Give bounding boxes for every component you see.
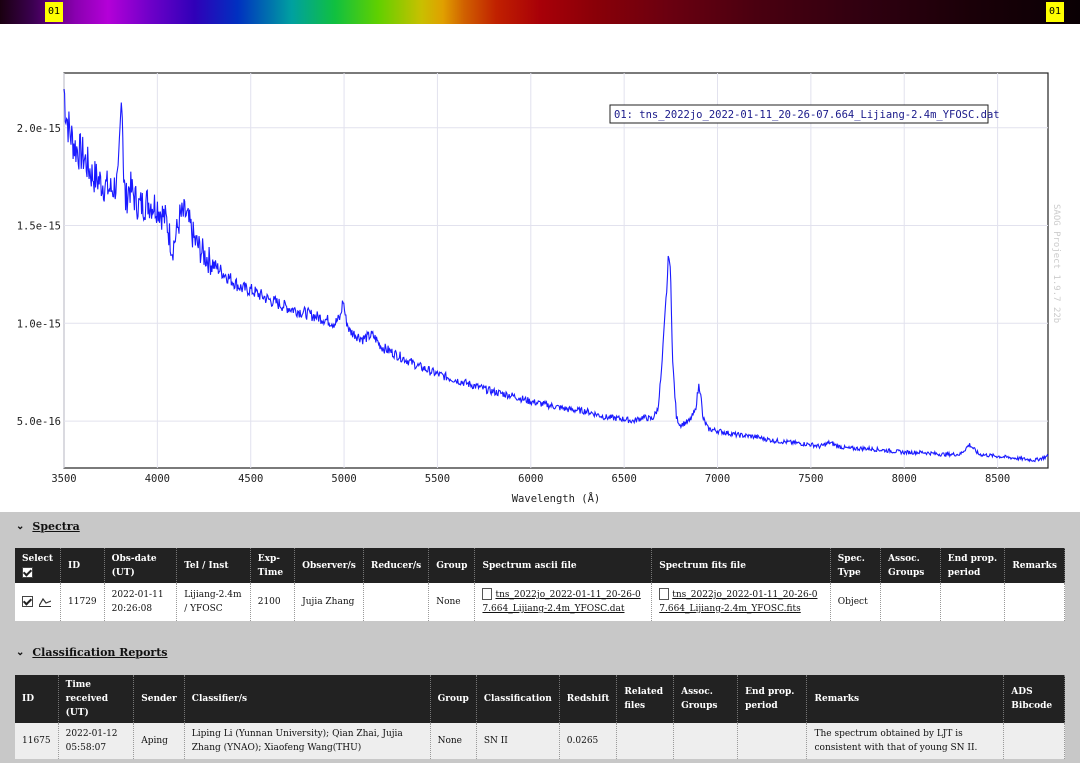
col-end-prop: End prop. period: [737, 675, 808, 723]
col-observers: Observer/s: [294, 548, 364, 583]
col-reducers: Reducer/s: [363, 548, 430, 583]
cell-id: 11729: [60, 583, 105, 621]
cell-group: None: [430, 723, 477, 759]
col-related-files: Related files: [616, 675, 675, 723]
x-tick-label: 7500: [798, 473, 823, 485]
col-sender: Sender: [133, 675, 185, 723]
cell-end-prop: [940, 583, 1006, 621]
chevron-down-icon: ⌄: [16, 521, 25, 532]
col-assoc-groups: Assoc. Groups: [880, 548, 941, 583]
cell-group: None: [428, 583, 476, 621]
col-time-received: Time received (UT): [58, 675, 135, 723]
cell-ads-bibcode: [1003, 723, 1065, 759]
file-icon: [659, 588, 670, 600]
x-tick-label: 4500: [238, 473, 263, 485]
col-fits-file: Spectrum fits file: [651, 548, 831, 583]
table-row: 11675 2022-01-12 05:58:07 Aping Liping L…: [15, 723, 1065, 759]
details-panel: ⌄ Spectra Select ID Obs-date (UT) Tel / …: [0, 512, 1080, 763]
col-assoc-groups: Assoc. Groups: [673, 675, 739, 723]
x-tick-label: 7000: [705, 473, 730, 485]
spectra-header-row: Select ID Obs-date (UT) Tel / Inst Exp-T…: [15, 548, 1065, 583]
cell-obs-date: 2022-01-11 20:26:08: [104, 583, 178, 621]
cell-tel-inst: Lijiang-2.4m / YFOSC: [176, 583, 251, 621]
col-select-label: Select: [22, 553, 54, 564]
cell-assoc-groups: [880, 583, 941, 621]
classification-table: ID Time received (UT) Sender Classifier/…: [15, 675, 1065, 759]
col-classification: Classification: [476, 675, 560, 723]
cell-assoc-groups: [673, 723, 739, 759]
cell-end-prop: [737, 723, 808, 759]
strip-left-tag: 01: [45, 2, 63, 22]
cell-classification: SN II: [476, 723, 560, 759]
col-ascii-file: Spectrum ascii file: [474, 548, 653, 583]
spectra-table: Select ID Obs-date (UT) Tel / Inst Exp-T…: [15, 548, 1065, 621]
ascii-file-link[interactable]: tns_2022jo_2022-01-11_20-26-07.664_Lijia…: [482, 590, 640, 614]
x-tick-label: 8000: [892, 473, 917, 485]
classification-header-row: ID Time received (UT) Sender Classifier/…: [15, 675, 1065, 723]
x-tick-label: 6500: [612, 473, 637, 485]
cell-id: 11675: [15, 723, 59, 759]
y-tick-label: 2.0e-15: [17, 123, 61, 135]
col-redshift: Redshift: [559, 675, 618, 723]
cell-classifiers: Liping Li (Yunnan University); Qian Zhai…: [184, 723, 431, 759]
x-tick-label: 8500: [985, 473, 1010, 485]
col-tel-inst: Tel / Inst: [176, 548, 251, 583]
col-remarks: Remarks: [806, 675, 1005, 723]
table-row: 11729 2022-01-11 20:26:08 Lijiang-2.4m /…: [15, 583, 1065, 621]
cell-sender: Aping: [133, 723, 185, 759]
classification-heading[interactable]: Classification Reports: [32, 646, 167, 659]
select-cell: [15, 583, 62, 621]
col-obs-date: Obs-date (UT): [104, 548, 178, 583]
cell-related-files: [616, 723, 675, 759]
x-tick-label: 5500: [425, 473, 450, 485]
col-id: ID: [15, 675, 59, 723]
watermark: SAOG Project 1.9.7 22b: [1051, 204, 1061, 323]
spectra-section-header[interactable]: ⌄ Spectra: [16, 520, 80, 533]
chevron-down-icon: ⌄: [16, 647, 25, 658]
col-select: Select: [15, 548, 62, 583]
cell-remarks: The spectrum obtained by LJT is consiste…: [806, 723, 1005, 759]
col-classifiers: Classifier/s: [184, 675, 431, 723]
row-select-checkbox[interactable]: [22, 596, 33, 607]
cell-spec-type: Object: [830, 583, 882, 621]
classification-section-header[interactable]: ⌄ Classification Reports: [16, 646, 168, 659]
strip-right-tag: 01: [1046, 2, 1064, 22]
spectrum-color-strip: [0, 0, 1080, 24]
cell-fits-file: tns_2022jo_2022-01-11_20-26-07.664_Lijia…: [651, 583, 831, 621]
y-tick-label: 1.5e-15: [17, 221, 61, 233]
spectra-heading[interactable]: Spectra: [32, 520, 79, 533]
x-axis-label: Wavelength (Å): [512, 492, 601, 505]
x-tick-label: 6000: [518, 473, 543, 485]
spectrum-chart: 3500 4000 4500 5000 5500 6000 6500 7000 7500 8000…: [17, 72, 1061, 505]
cell-observers: Jujia Zhang: [294, 583, 364, 621]
col-group: Group: [428, 548, 476, 583]
y-tick-label: 1.0e-15: [17, 318, 61, 330]
fits-file-link[interactable]: tns_2022jo_2022-01-11_20-26-07.664_Lijia…: [659, 590, 817, 614]
cell-remarks: [1004, 583, 1065, 621]
col-end-prop: End prop. period: [940, 548, 1006, 583]
cell-redshift: 0.0265: [559, 723, 618, 759]
cell-reducers: [363, 583, 430, 621]
x-tick-label: 3500: [51, 473, 76, 485]
cell-time-received: 2022-01-12 05:58:07: [58, 723, 135, 759]
col-ads-bibcode: ADS Bibcode: [1003, 675, 1065, 723]
col-group: Group: [430, 675, 477, 723]
col-spec-type: Spec. Type: [830, 548, 882, 583]
select-all-checkbox[interactable]: [22, 566, 33, 578]
legend-entry: 01: tns_2022jo_2022-01-11_20-26-07.664_L…: [614, 109, 1000, 121]
y-tick-label: 5.0e-16: [17, 416, 61, 428]
x-tick-label: 4000: [145, 473, 170, 485]
col-remarks: Remarks: [1004, 548, 1065, 583]
file-icon: [482, 588, 493, 600]
col-id: ID: [60, 548, 105, 583]
plot-spectrum-icon[interactable]: [38, 597, 52, 607]
x-tick-label: 5000: [331, 473, 356, 485]
cell-exp-time: 2100: [250, 583, 296, 621]
col-exp-time: Exp-Time: [250, 548, 296, 583]
cell-ascii-file: tns_2022jo_2022-01-11_20-26-07.664_Lijia…: [474, 583, 653, 621]
